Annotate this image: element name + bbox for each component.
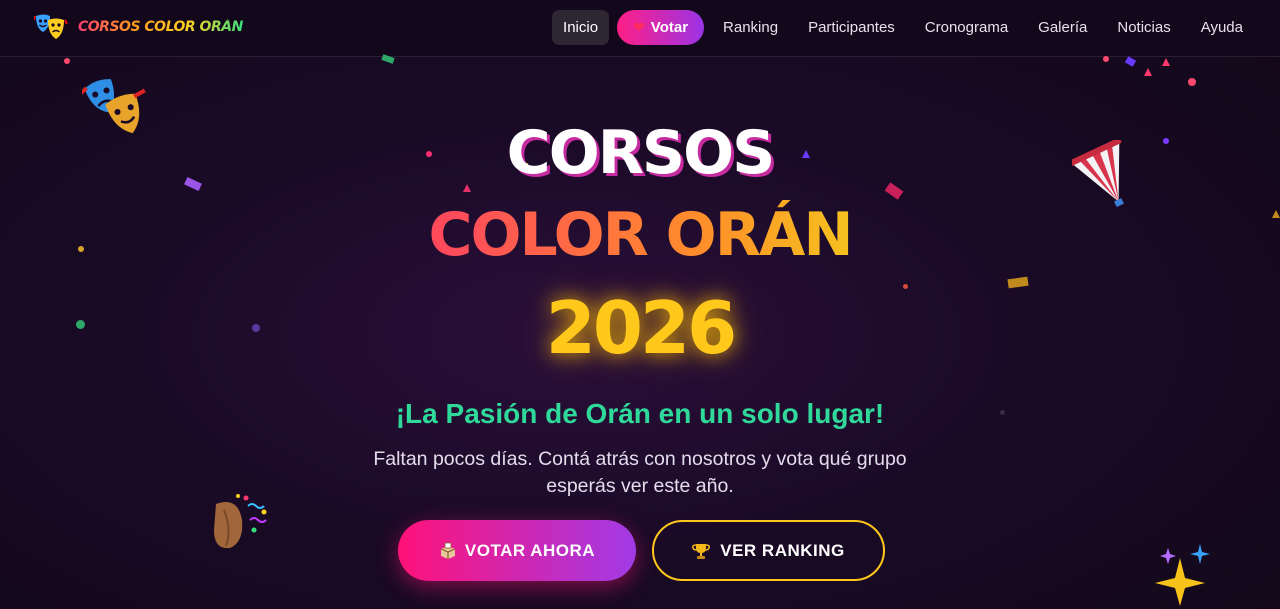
hero-tagline: ¡La Pasión de Orán en un solo lugar! — [395, 398, 885, 429]
heart-icon: ❤ — [633, 19, 645, 35]
confetti-dot — [64, 58, 70, 64]
nav-item-votar-label: Votar — [650, 19, 689, 36]
vote-now-label: VOTAR AHORA — [464, 540, 596, 560]
hero-title-line2: COLOR ORÁN — [0, 200, 1280, 270]
hero-year: 2026 — [545, 286, 737, 370]
nav-item-inicio[interactable]: Inicio — [552, 10, 610, 45]
theater-masks-icon — [33, 12, 68, 42]
confetti-piece — [1162, 58, 1170, 66]
main-menu: Inicio ❤ Votar Ranking Participantes Cro… — [552, 10, 1254, 45]
confetti-dot — [1103, 56, 1109, 62]
party-popper-decoration-icon — [208, 490, 278, 560]
nav-item-galeria[interactable]: Galería — [1027, 10, 1098, 45]
view-ranking-label: VER RANKING — [720, 540, 845, 560]
nav-item-ranking[interactable]: Ranking — [712, 10, 789, 45]
nav-item-noticias[interactable]: Noticias — [1106, 10, 1181, 45]
trophy-icon — [692, 542, 711, 560]
nav-item-votar[interactable]: ❤ Votar — [617, 10, 705, 45]
confetti-dot — [1188, 78, 1196, 86]
brand[interactable]: CORSOS COLOR ORÁN — [33, 12, 243, 42]
hero-subtext: Faltan pocos días. Contá atrás con nosot… — [373, 448, 907, 497]
confetti-piece — [1124, 56, 1137, 67]
nav-item-ayuda[interactable]: Ayuda — [1190, 10, 1254, 45]
brand-name: CORSOS COLOR ORÁN — [78, 19, 243, 35]
ballot-box-icon — [439, 542, 457, 560]
nav-item-participantes[interactable]: Participantes — [797, 10, 906, 45]
nav-item-cronograma[interactable]: Cronograma — [914, 10, 1019, 45]
view-ranking-button[interactable]: VER RANKING — [652, 520, 885, 581]
hero-title-line1: CORSOS — [506, 118, 776, 188]
sparkles-decoration-icon — [1150, 540, 1220, 609]
vote-now-button[interactable]: VOTAR AHORA — [398, 520, 636, 581]
confetti-piece — [1144, 68, 1152, 76]
top-navbar: CORSOS COLOR ORÁN Inicio ❤ Votar Ranking… — [0, 0, 1280, 57]
